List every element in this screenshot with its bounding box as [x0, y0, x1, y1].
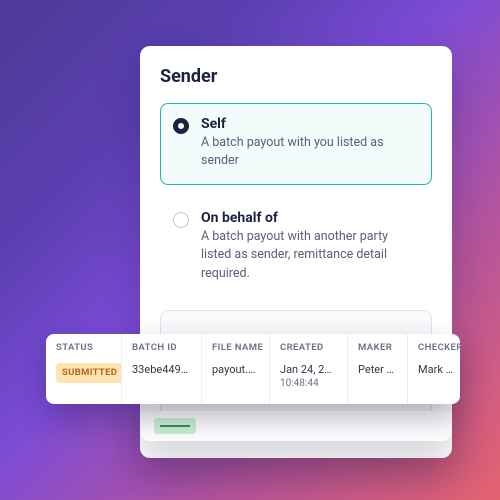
header-checker: CHECKER [408, 334, 460, 359]
card-title: Sender [160, 66, 432, 87]
col-batch-id: BATCH ID 33ebe449e... [122, 334, 202, 404]
cell-checker: Mark Fins [408, 359, 460, 385]
cell-status: SUBMITTED [46, 359, 121, 391]
option-label: Self [201, 116, 417, 132]
radio-icon [173, 212, 189, 228]
cell-file-name: payout.csv [202, 359, 269, 385]
option-label: On behalf of [201, 210, 417, 226]
card-footer-stub [140, 411, 452, 441]
header-file-name: FILE NAME [202, 334, 269, 359]
created-date: Jan 24, 2024 [280, 363, 343, 376]
cell-created: Jan 24, 2024 10:48:44 [270, 359, 347, 398]
header-status: STATUS [46, 334, 121, 359]
payouts-table: STATUS SUBMITTED BATCH ID 33ebe449e... F… [46, 334, 460, 404]
sender-option-on-behalf[interactable]: On behalf of A batch payout with another… [160, 197, 432, 297]
cell-maker: Peter Nies [348, 359, 407, 385]
header-created: CREATED [270, 334, 347, 359]
option-description: A batch payout with another party listed… [201, 228, 417, 282]
col-file-name: FILE NAME payout.csv [202, 334, 270, 404]
col-maker: MAKER Peter Nies [348, 334, 408, 404]
sender-option-self[interactable]: Self A batch payout with you listed as s… [160, 103, 432, 185]
col-created: CREATED Jan 24, 2024 10:48:44 [270, 334, 348, 404]
cell-batch-id: 33ebe449e... [122, 359, 201, 385]
created-time: 10:48:44 [280, 377, 337, 390]
status-badge: SUBMITTED [56, 363, 121, 383]
header-batch-id: BATCH ID [122, 334, 201, 359]
col-checker: CHECKER Mark Fins [408, 334, 460, 404]
status-badge-placeholder [154, 418, 196, 434]
radio-icon [173, 118, 189, 134]
option-description: A batch payout with you listed as sender [201, 134, 417, 170]
header-maker: MAKER [348, 334, 407, 359]
col-status: STATUS SUBMITTED [46, 334, 122, 404]
